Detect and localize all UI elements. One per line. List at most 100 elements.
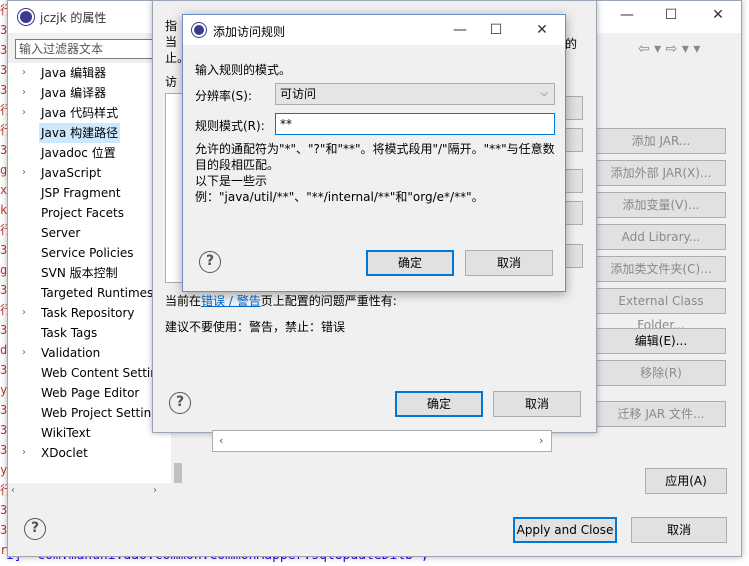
apply-button[interactable]: 应用(A) (645, 468, 727, 494)
maximize-icon[interactable]: ☐ (656, 4, 686, 26)
dialog-text-fragment: 当 (165, 35, 178, 49)
tree-item-label: XDoclet (41, 446, 88, 460)
close-icon[interactable]: ✕ (527, 19, 557, 41)
external-class-folder-button[interactable]: External Class Folder... (596, 288, 726, 332)
properties-cancel-button[interactable]: 取消 (631, 517, 727, 543)
tree-item[interactable]: Service Policies (8, 243, 171, 263)
resolution-select[interactable]: 可访问 ⌵ (275, 83, 555, 105)
help-icon[interactable]: ? (169, 392, 191, 414)
tree-item[interactable]: Server (8, 223, 171, 243)
help-icon[interactable]: ? (199, 251, 221, 273)
tree-item-label: WikiText (41, 426, 91, 440)
advice-text: 建议不要使用：警告，禁止：错误 (165, 320, 346, 334)
remove-rule-button[interactable] (563, 244, 583, 268)
tree-item[interactable]: › JavaScript (8, 163, 171, 183)
nav-arrows[interactable]: ⇦ ▾ ⇨ ▾ ▾ (638, 41, 700, 57)
up-button[interactable] (563, 169, 583, 193)
pattern-input[interactable]: ** (275, 113, 555, 135)
cancel-button[interactable]: 取消 (493, 391, 581, 417)
tree-item-label: Task Tags (41, 326, 98, 340)
maximize-icon[interactable]: ☐ (481, 19, 511, 41)
tree-item[interactable]: Targeted Runtimes (8, 283, 171, 303)
expand-arrow-icon[interactable]: › (22, 443, 32, 463)
desc-line: 目的段相匹配。 (195, 158, 280, 172)
tree-item[interactable]: › Validation (8, 343, 171, 363)
expand-arrow-icon[interactable]: › (22, 83, 32, 103)
tree-item-label: Service Policies (41, 246, 134, 260)
tree-item[interactable]: › Task Repository (8, 303, 171, 323)
minimize-icon[interactable]: — (445, 19, 475, 41)
close-icon[interactable]: ✕ (703, 4, 733, 26)
tree-item[interactable]: Task Tags (8, 323, 171, 343)
expand-arrow-icon[interactable]: › (22, 103, 32, 123)
add-access-rule-dialog: 添加访问规则 — ☐ ✕ 输入规则的模式。 分辨率(S): 可访问 ⌵ 规则模式… (182, 14, 566, 292)
tree-item-label: Targeted Runtimes (41, 286, 154, 300)
tree-item[interactable]: › Java 编辑器 (8, 63, 171, 83)
tree-item[interactable]: WikiText (8, 423, 171, 443)
tree-item[interactable]: Project Facets (8, 203, 171, 223)
expand-arrow-icon[interactable]: › (22, 63, 32, 83)
table-horizontal-scrollbar[interactable]: ‹ › (212, 430, 552, 452)
tree-item[interactable]: Javadoc 位置 (8, 143, 171, 163)
dialog-title-bar: 添加访问规则 — ☐ ✕ (183, 15, 565, 45)
properties-tree: › Java 编辑器 › Java 编译器 › Java 代码样式 Java 构建路径 Jav… (8, 63, 171, 483)
add-external-jar-button[interactable]: 添加外部 JAR(X)... (596, 160, 726, 186)
ok-button[interactable]: 确定 (395, 391, 483, 417)
tree-item-label: Server (41, 226, 81, 240)
wildcard-description: 允许的通配符为"*"、"?"和"**"。将模式段用"/"隔开。"**"与任意数 … (195, 141, 555, 205)
expand-arrow-icon[interactable]: › (22, 303, 32, 323)
tree-item[interactable]: Web Project Setting (8, 403, 171, 423)
tree-item[interactable]: SVN 版本控制 (8, 263, 171, 283)
tree-item-label: JSP Fragment (41, 186, 121, 200)
tree-item[interactable]: › XDoclet (8, 443, 171, 463)
expand-arrow-icon[interactable]: › (22, 343, 32, 363)
edit-rule-button[interactable] (563, 128, 583, 152)
errors-warnings-link[interactable]: 错误 / 警告 (201, 294, 261, 308)
chevron-down-icon: ⌵ (540, 88, 548, 99)
cancel-button[interactable]: 取消 (465, 250, 553, 276)
tree-item-label: Web Content Settin (41, 366, 158, 380)
filter-input[interactable]: 输入过滤器文本 (15, 39, 175, 59)
eclipse-icon (192, 23, 206, 37)
add-class-folder-button[interactable]: 添加类文件夹(C)... (596, 256, 726, 282)
tree-item-label: Validation (41, 346, 101, 360)
remove-button[interactable]: 移除(R) (596, 360, 726, 386)
ok-button[interactable]: 确定 (366, 250, 454, 276)
tree-item-label: JavaScript (41, 166, 102, 180)
tree-horizontal-scrollbar[interactable]: ‹ › (8, 484, 171, 500)
tree-item[interactable]: Java 构建路径 (8, 123, 171, 143)
tree-item[interactable]: › Java 代码样式 (8, 103, 171, 123)
tree-item[interactable]: Web Content Settin (8, 363, 171, 383)
severity-prefix: 当前在 (165, 294, 202, 308)
tree-item-label: Task Repository (41, 306, 135, 320)
desc-line: 以下是一些示例："java/util/**"、"**/internal/**"和… (195, 174, 484, 204)
tree-item-label: Java 代码样式 (41, 106, 119, 120)
severity-suffix: 页上配置的问题严重性有: (260, 294, 397, 308)
expand-arrow-icon[interactable]: › (22, 163, 32, 183)
add-rule-button[interactable] (563, 96, 583, 120)
add-library-button[interactable]: Add Library... (596, 224, 726, 250)
minimize-icon[interactable]: — (612, 4, 642, 26)
pattern-label: 规则模式(R): (195, 119, 265, 133)
dialog-title: 添加访问规则 (213, 25, 286, 39)
scroll-right-icon[interactable]: › (539, 434, 543, 447)
scroll-left-icon[interactable]: ‹ (219, 434, 223, 447)
tree-item[interactable]: › Java 编译器 (8, 83, 171, 103)
edit-button[interactable]: 编辑(E)... (596, 328, 726, 354)
scroll-right-icon[interactable]: › (153, 485, 157, 496)
down-button[interactable] (563, 201, 583, 225)
scroll-left-icon[interactable]: ‹ (11, 485, 15, 496)
properties-title: jczjk 的属性 (40, 11, 107, 25)
add-variable-button[interactable]: 添加变量(V)... (596, 192, 726, 218)
tree-item-label: Java 编译器 (41, 86, 107, 100)
add-jar-button[interactable]: 添加 JAR... (596, 128, 726, 154)
migrate-jar-button[interactable]: 迁移 JAR 文件... (596, 401, 726, 427)
scroll-thumb[interactable] (174, 463, 182, 483)
tree-item-label: Java 编辑器 (41, 66, 107, 80)
resolution-value: 可访问 (280, 87, 317, 101)
tree-item[interactable]: JSP Fragment (8, 183, 171, 203)
tree-item[interactable]: Web Page Editor (8, 383, 171, 403)
severity-config-text: 当前在错误 / 警告页上配置的问题严重性有: (165, 292, 397, 309)
help-icon[interactable]: ? (24, 518, 46, 540)
apply-and-close-button[interactable]: Apply and Close (513, 517, 617, 543)
